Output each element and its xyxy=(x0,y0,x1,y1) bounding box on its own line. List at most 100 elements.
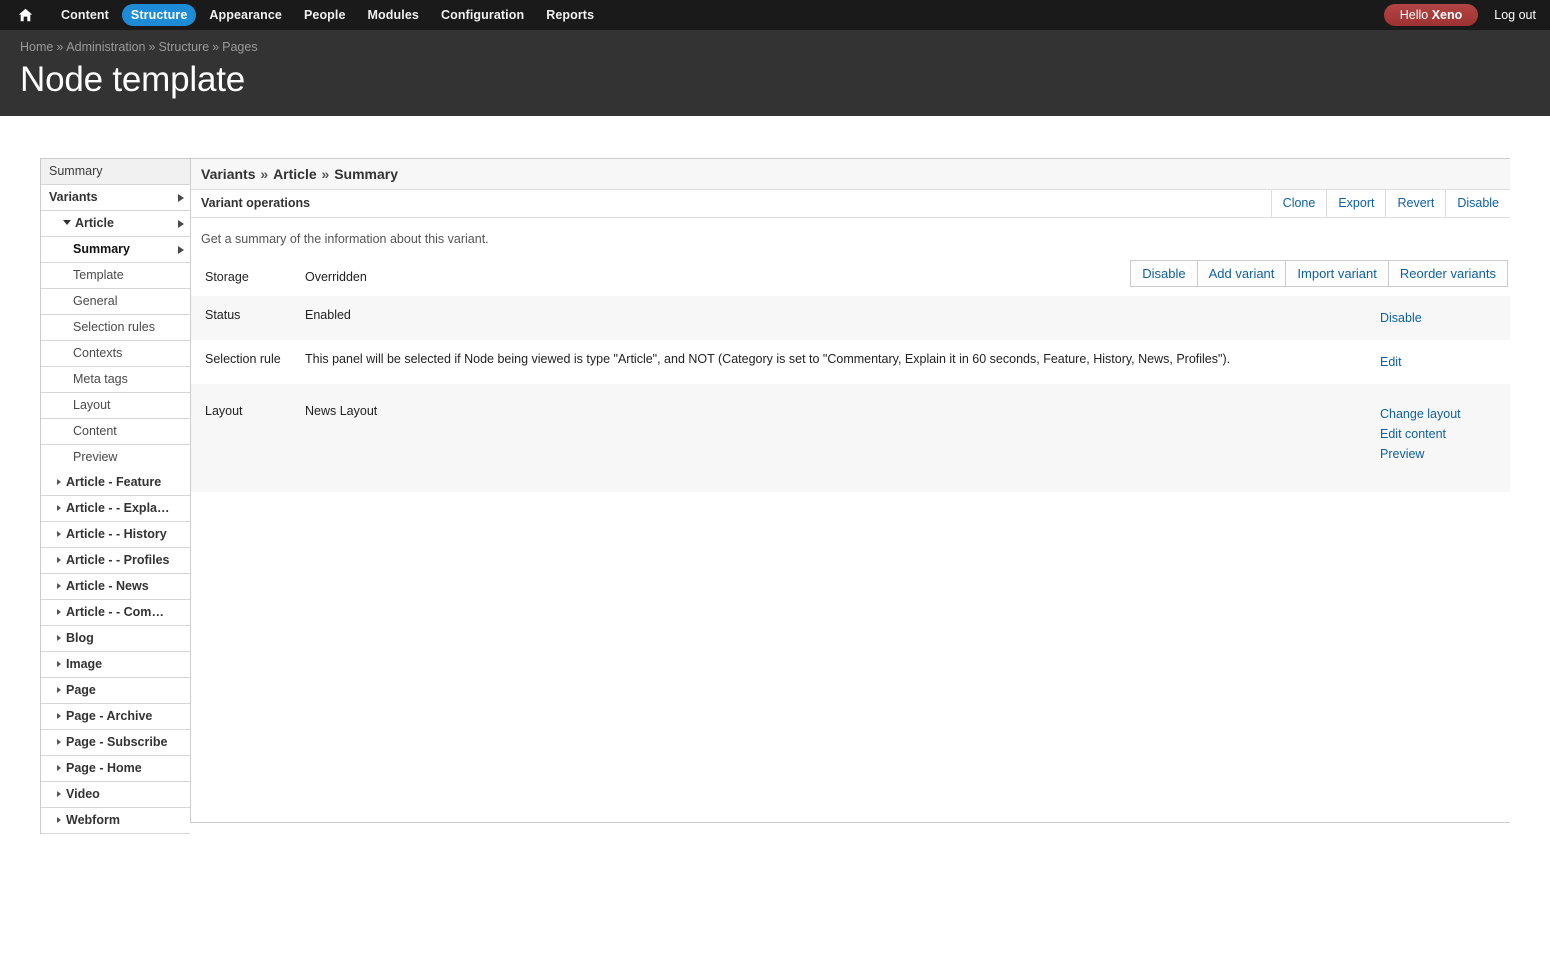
breadcrumb-separator: » xyxy=(56,40,64,54)
sidebar-item-variants[interactable]: Variants xyxy=(41,185,190,212)
sidebar-group-webform[interactable]: Webform xyxy=(41,808,190,835)
sidebar-item-preview[interactable]: Preview xyxy=(41,445,190,470)
summary-action-preview[interactable]: Preview xyxy=(1380,444,1500,464)
sidebar-label: Variants xyxy=(49,190,98,205)
chevron-right-icon xyxy=(57,505,61,512)
breadcrumb-item-administration[interactable]: Administration xyxy=(66,40,145,54)
chevron-right-icon xyxy=(57,739,61,746)
sidebar-item-meta-tags[interactable]: Meta tags xyxy=(41,367,190,394)
sidebar-label: Webform xyxy=(66,813,120,828)
sidebar-label: Blog xyxy=(66,631,94,646)
sidebar-group-article-commentary[interactable]: Article - - Commentary xyxy=(41,600,190,627)
local-action-import-variant[interactable]: Import variant xyxy=(1286,261,1389,287)
summary-action-change-layout[interactable]: Change layout xyxy=(1380,404,1500,424)
sidebar-group-image[interactable]: Image xyxy=(41,652,190,679)
page-body: Disable Add variant Import variant Reorder … xyxy=(0,116,1550,835)
greeting-username: Xeno xyxy=(1431,8,1463,22)
sidebar-label: Summary xyxy=(49,164,103,179)
summary-row-label: Status xyxy=(205,308,241,323)
home-icon[interactable] xyxy=(12,4,38,26)
breadcrumb-item-structure[interactable]: Structure xyxy=(158,40,209,54)
variant-operations-links: Clone Export Revert Disable xyxy=(1270,190,1510,218)
sidebar-label: Selection rules xyxy=(73,320,155,335)
sidebar-group-blog[interactable]: Blog xyxy=(41,626,190,653)
chevron-right-icon xyxy=(57,479,61,486)
local-actions-bar: Disable Add variant Import variant Reorder … xyxy=(1130,260,1508,288)
sidebar-label: Preview xyxy=(73,450,118,465)
sidebar-group-video[interactable]: Video xyxy=(41,782,190,809)
panel-title-part-summary: Summary xyxy=(334,166,399,183)
toolbar-item-modules[interactable]: Modules xyxy=(359,4,428,26)
sidebar-label: Template xyxy=(73,268,124,283)
toolbar-item-structure[interactable]: Structure xyxy=(121,4,197,26)
chevron-right-icon xyxy=(57,765,61,772)
sidebar-group-article-history[interactable]: Article - - History xyxy=(41,522,190,549)
summary-row-value: This panel will be selected if Node bein… xyxy=(305,352,1231,367)
sidebar-item-summary-top[interactable]: Summary xyxy=(41,159,190,186)
chevron-right-icon xyxy=(57,557,61,564)
sidebar-item-selection-rules[interactable]: Selection rules xyxy=(41,315,190,342)
toolbar-item-people[interactable]: People xyxy=(295,4,355,26)
variant-op-export[interactable]: Export xyxy=(1326,190,1385,218)
summary-action-edit[interactable]: Edit xyxy=(1380,352,1500,372)
panel-title: Variants » Article » Summary xyxy=(191,159,1510,191)
variant-operations-bar: Variant operations Clone Export Revert Disa… xyxy=(191,190,1510,219)
sidebar-group-page-subscribe[interactable]: Page - Subscribe xyxy=(41,730,190,757)
sidebar-label: Layout xyxy=(73,398,111,413)
chevron-right-icon xyxy=(57,661,61,668)
sidebar-group-article-feature[interactable]: Article - Feature xyxy=(41,470,190,497)
page-header: Home» Administration» Structure» Pages Node… xyxy=(0,30,1550,117)
page-title: Node template xyxy=(20,60,246,99)
breadcrumb-item-pages[interactable]: Pages xyxy=(222,40,257,54)
panel-title-separator: » xyxy=(317,166,334,183)
user-greeting-badge[interactable]: Hello Xeno xyxy=(1383,4,1479,26)
sidebar-group-page[interactable]: Page xyxy=(41,678,190,705)
chevron-right-icon xyxy=(57,817,61,824)
toolbar-item-reports[interactable]: Reports xyxy=(537,4,603,26)
sidebar-group-article-news[interactable]: Article - News xyxy=(41,574,190,601)
variant-op-clone[interactable]: Clone xyxy=(1270,190,1327,218)
summary-row-actions: Change layout Edit content Preview xyxy=(1380,384,1510,492)
sidebar-label: Page - Archive xyxy=(66,709,153,724)
variant-operations-title: Variant operations xyxy=(201,196,311,211)
sidebar-group-page-home[interactable]: Page - Home xyxy=(41,756,190,783)
summary-row: Layout News Layout Change layout Edit conte… xyxy=(191,384,1510,493)
toolbar-item-appearance[interactable]: Appearance xyxy=(200,4,291,26)
variant-op-revert[interactable]: Revert xyxy=(1385,190,1445,218)
chevron-down-icon xyxy=(63,220,71,226)
sidebar-group-article-profiles[interactable]: Article - - Profiles xyxy=(41,548,190,575)
toolbar-user-area: Hello Xeno Log out xyxy=(1383,4,1536,26)
local-action-disable[interactable]: Disable xyxy=(1131,261,1198,287)
sidebar-group-page-archive[interactable]: Page - Archive xyxy=(41,704,190,731)
summary-row: Selection rule This panel will be selecte… xyxy=(191,340,1510,385)
greeting-prefix: Hello xyxy=(1399,8,1432,22)
local-action-add-variant[interactable]: Add variant xyxy=(1197,261,1287,287)
sidebar-item-contexts[interactable]: Contexts xyxy=(41,341,190,368)
chevron-right-icon xyxy=(178,245,184,254)
sidebar-item-layout[interactable]: Layout xyxy=(41,393,190,420)
sidebar-item-template[interactable]: Template xyxy=(41,263,190,290)
variant-op-disable[interactable]: Disable xyxy=(1445,190,1510,218)
chevron-right-icon xyxy=(178,193,184,202)
breadcrumb-item-home[interactable]: Home xyxy=(20,40,53,54)
sidebar-label: Image xyxy=(66,657,103,672)
local-action-reorder-variants[interactable]: Reorder variants xyxy=(1388,261,1507,287)
summary-row-label: Selection rule xyxy=(205,352,281,367)
chevron-right-icon xyxy=(57,583,61,590)
summary-action-disable[interactable]: Disable xyxy=(1380,308,1500,328)
sidebar-label: Page - Subscribe xyxy=(66,735,168,750)
breadcrumb: Home» Administration» Structure» Pages xyxy=(20,40,1550,54)
panel-filler xyxy=(191,492,1510,822)
summary-action-edit-content[interactable]: Edit content xyxy=(1380,424,1500,444)
sidebar-item-general[interactable]: General xyxy=(41,289,190,316)
logout-link[interactable]: Log out xyxy=(1494,8,1536,22)
sidebar-item-article[interactable]: Article xyxy=(41,211,190,238)
summary-row-value: Enabled xyxy=(305,308,351,323)
toolbar-item-configuration[interactable]: Configuration xyxy=(432,4,533,26)
sidebar-item-content[interactable]: Content xyxy=(41,419,190,446)
sidebar-label: Video xyxy=(66,787,100,802)
chevron-right-icon xyxy=(57,713,61,720)
sidebar-group-article-explain-it[interactable]: Article - - Explain it... xyxy=(41,496,190,523)
toolbar-item-content[interactable]: Content xyxy=(52,4,118,26)
sidebar-item-summary[interactable]: Summary xyxy=(41,237,190,264)
